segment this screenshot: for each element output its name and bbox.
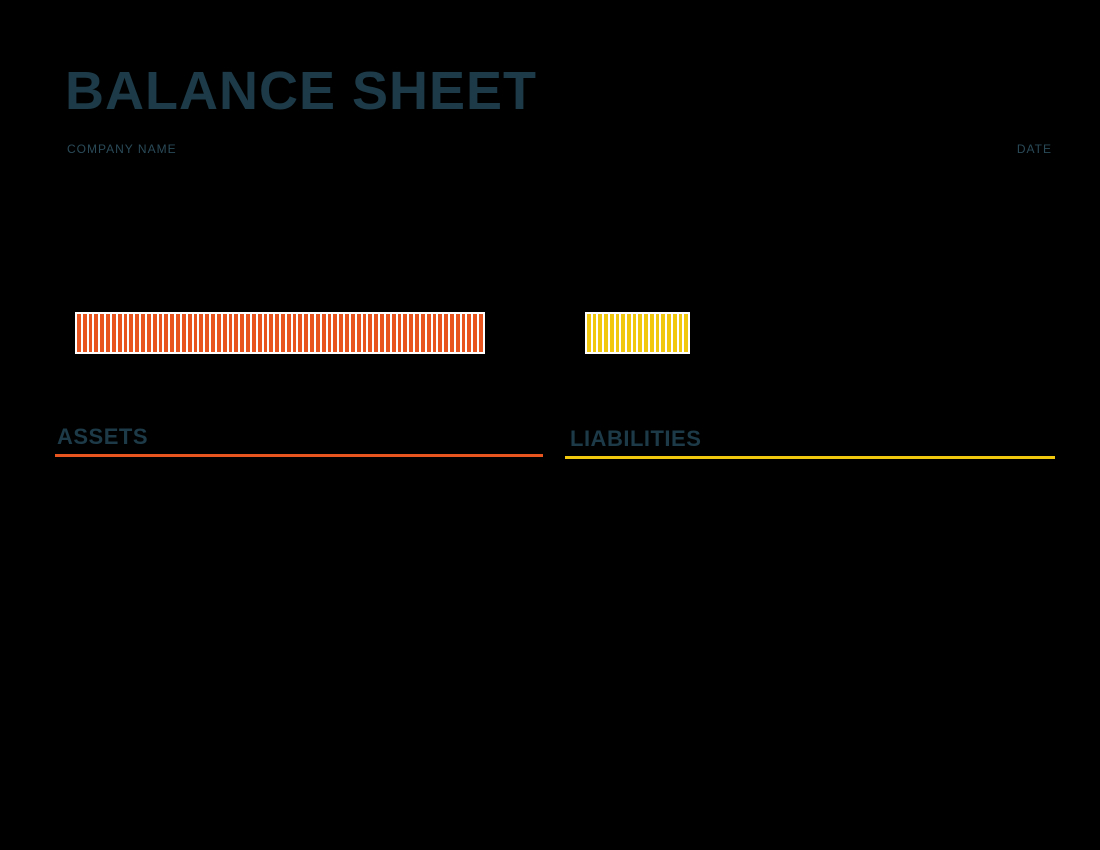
liabilities-bar-fill (585, 312, 690, 354)
page-title: BALANCE SHEET (65, 60, 537, 122)
company-name-label: COMPANY NAME (67, 142, 177, 156)
assets-heading: ASSETS (57, 424, 148, 450)
liabilities-bar (585, 312, 690, 354)
assets-underline (55, 454, 543, 457)
liabilities-heading: LIABILITIES (570, 426, 701, 452)
liabilities-underline (565, 456, 1055, 459)
date-label: DATE (1017, 142, 1052, 156)
assets-bar-fill (75, 312, 485, 354)
assets-bar (75, 312, 485, 354)
